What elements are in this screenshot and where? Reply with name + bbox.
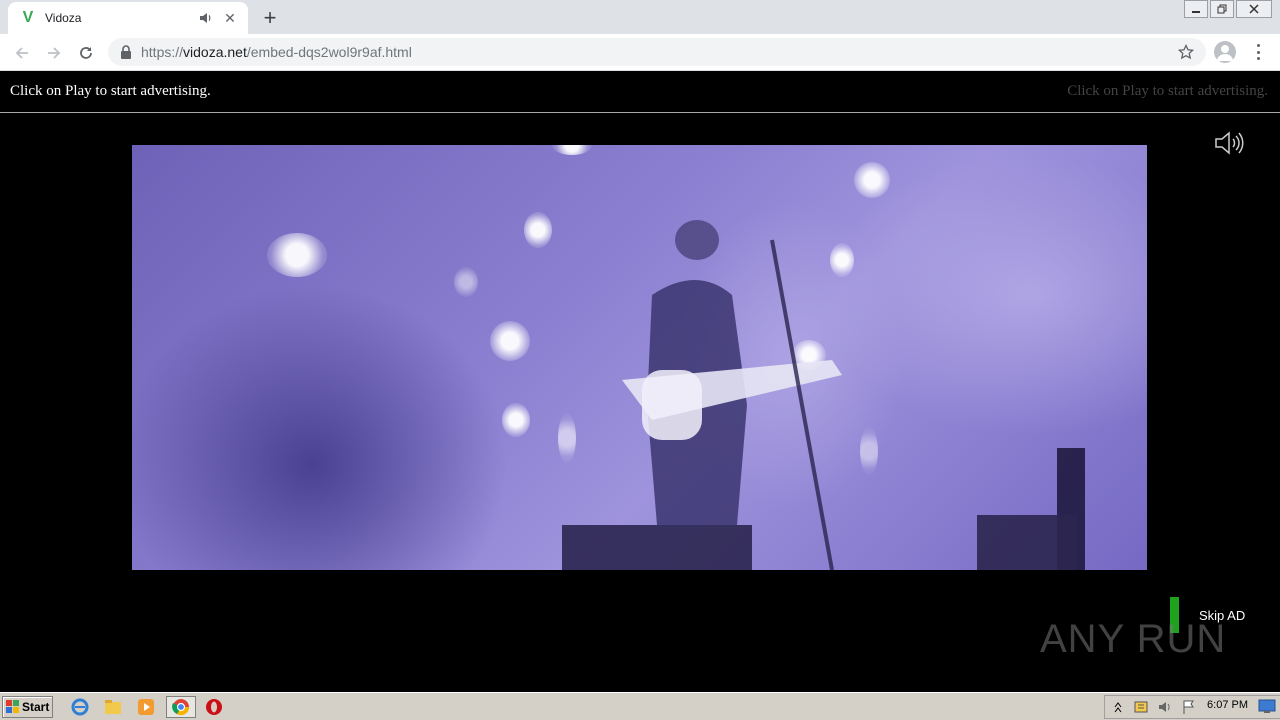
flag-icon[interactable] [1181,699,1197,715]
tab-close-icon[interactable]: ✕ [222,10,238,26]
start-button[interactable]: Start [2,696,53,718]
ad-text-right[interactable]: Click on Play to start advertising. [1067,83,1268,100]
chrome-icon [172,699,190,716]
taskbar-clock[interactable]: 6:07 PM [1207,699,1248,711]
restore-icon [1217,4,1227,14]
video-player[interactable] [132,145,1147,570]
browser-toolbar: https://vidoza.net/embed-dqs2wol9r9af.ht… [0,34,1280,71]
tray-expand-icon[interactable] [1113,700,1123,714]
address-bar[interactable]: https://vidoza.net/embed-dqs2wol9r9af.ht… [108,38,1206,66]
minimize-icon [1192,11,1200,13]
tab-strip: V Vidoza ✕ + [0,0,1280,34]
minimize-window-button[interactable] [1184,0,1208,18]
reload-button[interactable] [72,39,100,67]
url-path: /embed-dqs2wol9r9af.html [246,44,412,60]
new-tab-button[interactable]: + [258,5,282,30]
system-tray [1104,695,1280,719]
action-center-icon[interactable] [1133,699,1149,715]
windows-logo-icon [6,700,19,713]
show-desktop-icon[interactable] [1258,698,1276,714]
close-icon [1249,4,1259,14]
page-content: Click on Play to start advertising. Clic… [0,72,1280,692]
internet-explorer-icon[interactable] [70,697,90,717]
windows-taskbar: Start 6:07 PM [0,692,1280,720]
vidoza-favicon-icon: V [22,9,34,26]
forward-button[interactable] [40,39,68,67]
restore-window-button[interactable] [1210,0,1234,18]
watermark-text: ANY RUN [1040,617,1227,661]
tab-vidoza[interactable]: V Vidoza ✕ [8,2,248,34]
media-player-icon[interactable] [136,697,156,717]
anyrun-watermark: ANY RUN [1040,607,1240,672]
ad-bar: Click on Play to start advertising. Clic… [0,72,1280,113]
close-window-button[interactable] [1236,0,1272,18]
tab-audio-playing-icon[interactable] [198,10,214,26]
back-button[interactable] [8,39,36,67]
arrow-left-icon [15,47,28,59]
volume-icon[interactable] [1214,130,1246,156]
url-text: https://vidoza.net/embed-dqs2wol9r9af.ht… [141,44,412,60]
start-label: Start [22,700,50,714]
arrow-right-icon [48,47,61,59]
opera-icon[interactable] [204,697,224,717]
url-scheme: https:// [141,44,184,60]
lock-icon[interactable] [120,45,132,59]
file-explorer-icon[interactable] [103,697,123,717]
browser-menu-icon[interactable] [1250,42,1266,62]
profile-avatar[interactable] [1214,41,1236,63]
chrome-taskbar-button[interactable] [166,696,196,718]
bookmark-star-icon[interactable] [1178,44,1194,60]
reload-icon [80,47,92,59]
tab-title: Vidoza [45,11,82,25]
concert-scene [562,220,1085,570]
url-host: vidoza.net [183,44,247,60]
ad-text-left[interactable]: Click on Play to start advertising. [10,83,211,100]
speaker-icon[interactable] [1157,699,1173,715]
person-icon [1217,45,1233,61]
